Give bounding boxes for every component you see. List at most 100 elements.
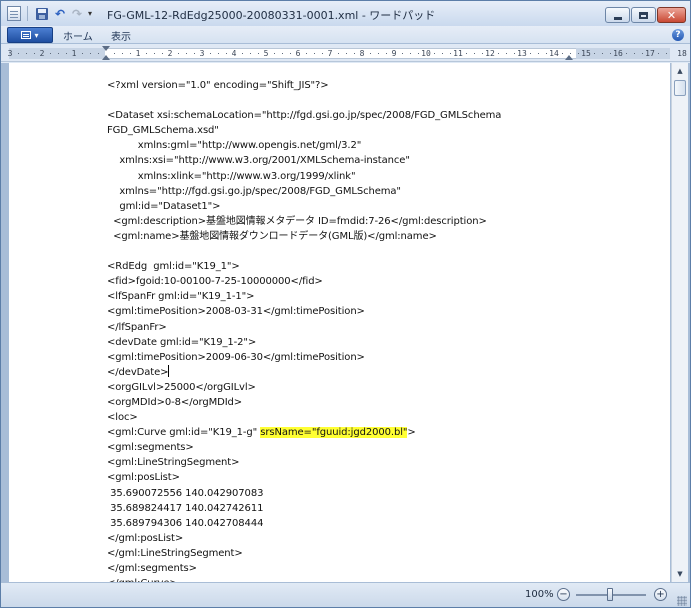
close-button[interactable]: ✕ [657, 7, 686, 23]
document-line[interactable]: xmlns:xsi="http://www.w3.org/2001/XMLSch… [107, 153, 501, 168]
document-line[interactable]: <lfSpanFr gml:id="K19_1-1"> [107, 289, 501, 304]
ruler-tick [434, 53, 435, 54]
document-line[interactable]: xmlns="http://fgd.gsi.go.jp/spec/2008/FG… [107, 184, 501, 199]
document-page[interactable]: <?xml version="1.0" encoding="Shift_JIS"… [9, 63, 670, 582]
document-line[interactable]: <RdEdg gml:id="K19_1"> [107, 259, 501, 274]
ruler-number: 10 [421, 49, 431, 58]
document-line[interactable]: 35.689794306 140.042708444 [107, 516, 501, 531]
indent-marker[interactable] [102, 46, 110, 61]
zoom-slider-thumb[interactable] [607, 588, 613, 601]
ruler-number: 2 [39, 49, 45, 58]
ruler-tick [66, 53, 67, 54]
zoom-level: 100% [525, 589, 554, 600]
ruler-tick [154, 53, 155, 54]
document-line[interactable]: xmlns:xlink="http://www.w3.org/1999/xlin… [107, 169, 501, 184]
ruler[interactable]: 3 2 1 1 2 3 4 5 6 7 8 9 10 11 12 13 14 15 16 17 18 [1, 45, 690, 62]
tab-view[interactable]: 表示 [111, 28, 131, 43]
ruler-tick [474, 53, 475, 54]
document-line[interactable]: <?xml version="1.0" encoding="Shift_JIS"… [107, 78, 501, 93]
ruler-tick [282, 53, 283, 54]
ruler-number: 1 [71, 49, 77, 58]
wordpad-app-icon[interactable] [7, 6, 21, 21]
ruler-tick [322, 53, 323, 54]
document-line[interactable]: <Dataset xsi:schemaLocation="http://fgd.… [107, 108, 501, 123]
zoom-out-button[interactable]: − [557, 588, 570, 601]
app-menu-button[interactable]: ▾ [7, 27, 53, 43]
ruler-number: 12 [485, 49, 495, 58]
document-line[interactable]: </devDate> [107, 364, 501, 380]
document-line[interactable]: <gml:timePosition>2008-03-31</gml:timePo… [107, 304, 501, 319]
ruler-tick [570, 53, 571, 54]
maximize-button[interactable] [631, 7, 656, 23]
ruler-number: 8 [359, 49, 365, 58]
ruler-tick [514, 53, 515, 54]
ruler-tick [602, 53, 603, 54]
redo-icon[interactable]: ↷ [69, 5, 85, 22]
ruler-tick [666, 53, 667, 54]
minimize-button[interactable] [605, 7, 630, 23]
ruler-tick [466, 53, 467, 54]
undo-icon[interactable]: ↶ [52, 5, 68, 22]
save-icon[interactable] [34, 5, 50, 22]
ruler-tick [226, 53, 227, 54]
ruler-tick [218, 53, 219, 54]
ruler-tick [386, 53, 387, 54]
document-line[interactable]: </lfSpanFr> [107, 320, 501, 335]
ruler-tick [626, 53, 627, 54]
document-line[interactable]: <orgMDId>0-8</orgMDId> [107, 395, 501, 410]
document-line[interactable]: <loc> [107, 410, 501, 425]
document-line[interactable]: <gml:posList> [107, 470, 501, 485]
ruler-tick [50, 53, 51, 54]
quick-access-dropdown-icon[interactable]: ▾ [85, 5, 95, 22]
ribbon-tab-bar: ▾ ホーム 表示 ? [1, 26, 690, 44]
ruler-tick [378, 53, 379, 54]
document-line[interactable]: <gml:timePosition>2009-06-30</gml:timePo… [107, 350, 501, 365]
document-text[interactable]: <?xml version="1.0" encoding="Shift_JIS"… [107, 78, 501, 582]
document-line[interactable]: <gml:name>基盤地図情報ダウンロードデータ(GML版)</gml:nam… [107, 229, 501, 244]
right-indent-marker[interactable] [565, 55, 573, 60]
ruler-number: 18 [677, 49, 687, 58]
document-line[interactable]: gml:id="Dataset1"> [107, 199, 501, 214]
scroll-down-icon[interactable]: ▼ [673, 567, 687, 581]
document-line[interactable]: </gml:posList> [107, 531, 501, 546]
ruler-tick [506, 53, 507, 54]
scroll-up-icon[interactable]: ▲ [673, 64, 687, 78]
scroll-thumb[interactable] [674, 80, 686, 96]
zoom-in-button[interactable]: + [654, 588, 667, 601]
ruler-tick [314, 53, 315, 54]
document-line[interactable]: FGD_GMLSchema.xsd" [107, 123, 501, 138]
ruler-tick [354, 53, 355, 54]
document-line[interactable] [107, 93, 501, 108]
ruler-tick [306, 53, 307, 54]
document-line[interactable]: xmlns:gml="http://www.opengis.net/gml/3.… [107, 138, 501, 153]
document-line[interactable]: <devDate gml:id="K19_1-2"> [107, 335, 501, 350]
resize-grip-icon[interactable] [677, 596, 687, 606]
document-line[interactable]: <fid>fgoid:10-00100-7-25-10000000</fid> [107, 274, 501, 289]
document-line[interactable]: </gml:segments> [107, 561, 501, 576]
ruler-tick [90, 53, 91, 54]
tab-home[interactable]: ホーム [63, 28, 93, 43]
ruler-tick [450, 53, 451, 54]
maximize-icon [639, 11, 648, 19]
document-line[interactable] [107, 244, 501, 259]
ruler-tick [482, 53, 483, 54]
vertical-scrollbar[interactable]: ▲ ▼ [671, 63, 688, 582]
ruler-number: 9 [391, 49, 397, 58]
document-line[interactable]: <gml:segments> [107, 440, 501, 455]
document-line[interactable]: <gml:description>基盤地図情報メタデータ ID=fmdid:7-… [107, 214, 501, 229]
document-line[interactable]: <orgGILvl>25000</orgGILvl> [107, 380, 501, 395]
ruler-tick [546, 53, 547, 54]
status-bar: 100% − + [1, 582, 690, 607]
ruler-tick [418, 53, 419, 54]
document-line[interactable]: </gml:LineStringSegment> [107, 546, 501, 561]
document-line[interactable]: <gml:LineStringSegment> [107, 455, 501, 470]
app-menu-arrow-icon: ▾ [34, 30, 39, 40]
title-bar[interactable]: ↶ ↷ ▾ FG-GML-12-RdEdg25000-20080331-0001… [1, 1, 690, 26]
ruler-tick [258, 53, 259, 54]
document-line[interactable]: 35.690072556 140.042907083 [107, 486, 501, 501]
highlighted-text[interactable]: srsName="fguuid:jgd2000.bl" [260, 427, 408, 439]
document-line[interactable]: 35.689824417 140.042742611 [107, 501, 501, 516]
document-line[interactable]: <gml:Curve gml:id="K19_1-g" srsName="fgu… [107, 425, 501, 440]
help-icon[interactable]: ? [672, 29, 684, 41]
ruler-tick [370, 53, 371, 54]
